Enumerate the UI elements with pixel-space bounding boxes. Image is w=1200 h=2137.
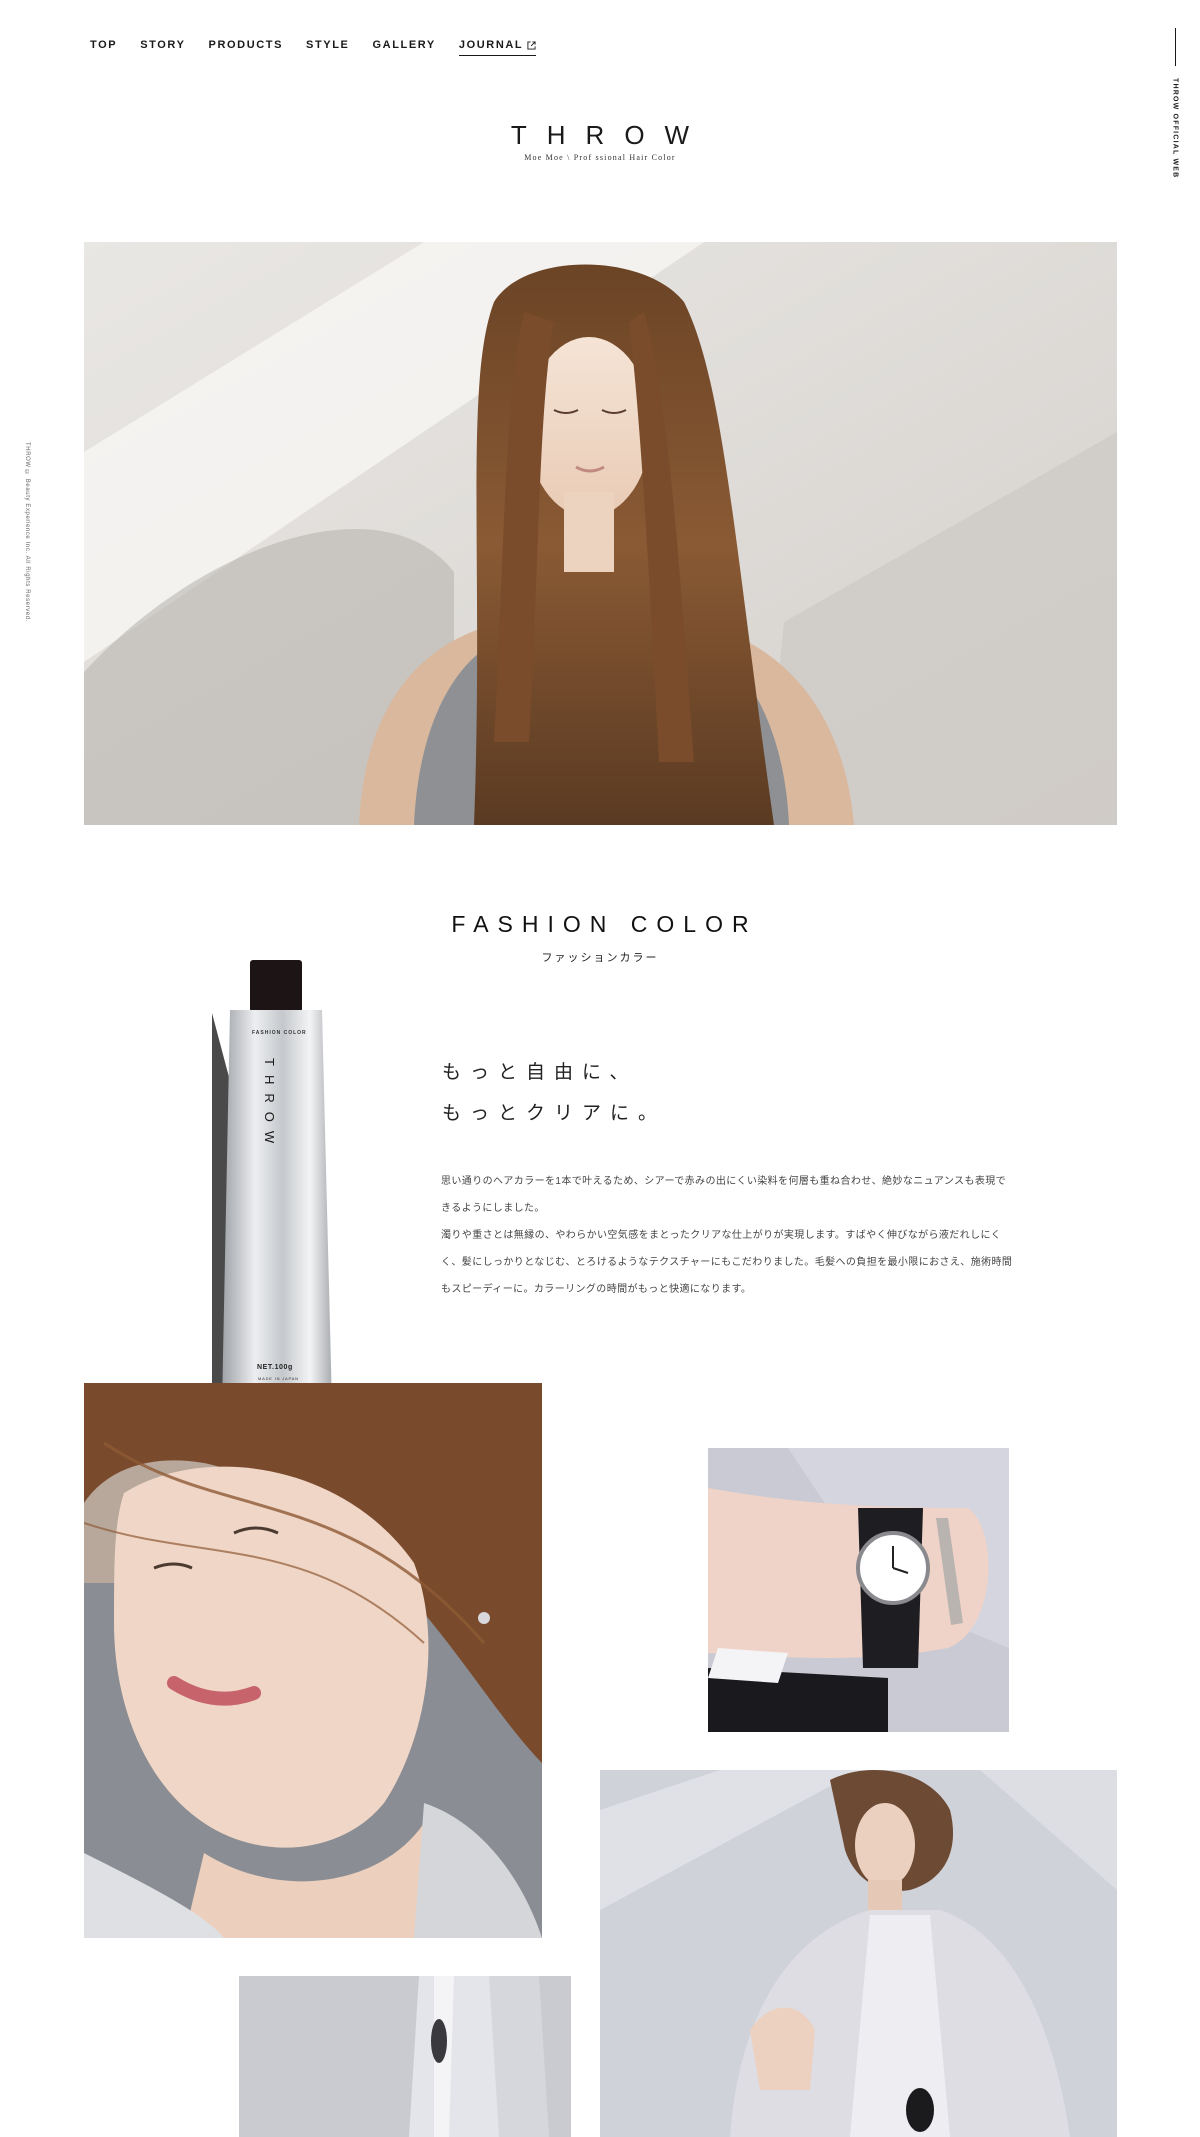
fashion-headline: もっと自由に、 もっとクリアに。 [442, 1052, 666, 1134]
section-title-en: FASHION COLOR [451, 911, 758, 937]
description-paragraph-1: 思い通りのヘアカラーを1本で叶えるため、シアーで赤みの出にくい染料を何層も重ね合… [441, 1176, 1007, 1214]
hero-photo-illustration [84, 242, 1117, 825]
outfit-illustration [239, 1976, 571, 2137]
nav-products[interactable]: PRODUCTS [209, 38, 284, 56]
logo-tagline: Moe Moe \ Prof ssional Hair Color [524, 153, 676, 162]
nav-gallery[interactable]: GALLERY [373, 38, 436, 56]
portrait-illustration [84, 1383, 542, 1938]
fashion-color-title: FASHION COLOR ファッションカラー [0, 910, 1200, 965]
gallery-photo-watch [708, 1448, 1009, 1732]
hero-image [84, 242, 1117, 825]
logo-mark: THROW [510, 120, 710, 150]
site-logo[interactable]: THROW Moe Moe \ Prof ssional Hair Color [0, 120, 1200, 162]
nav-journal-label: JOURNAL [458, 39, 524, 51]
description-paragraph-2: 濁りや重さとは無縁の、やわらかい空気感をまとったクリアな仕上がりが実現します。す… [441, 1230, 1013, 1295]
gallery-photo-outfit [239, 1976, 571, 2137]
external-link-icon [527, 40, 536, 50]
headline-line-2: もっとクリアに。 [442, 1102, 667, 1124]
tube-illustration [212, 960, 332, 1428]
nav-top[interactable]: TOP [90, 38, 117, 56]
nav-journal[interactable]: JOURNAL [458, 38, 537, 56]
section-title-jp: ファッションカラー [541, 952, 659, 964]
vertical-divider [1174, 28, 1176, 66]
gallery-photo-portrait [84, 1383, 542, 1938]
product-tube [200, 958, 340, 1428]
copyright: THROW © Beauty Experience Inc. All Right… [24, 442, 30, 622]
cardigan-illustration [600, 1770, 1117, 2137]
headline-line-1: もっと自由に、 [442, 1061, 638, 1083]
tube-top-label: FASHION COLOR [252, 1030, 307, 1036]
tube-made: MADE IN JAPAN [258, 1376, 299, 1381]
nav-style[interactable]: STYLE [306, 38, 349, 56]
main-nav: TOP STORY PRODUCTS STYLE GALLERY JOURNAL [90, 38, 559, 56]
watch-illustration [708, 1448, 1009, 1732]
gallery-photo-cardigan [600, 1770, 1117, 2137]
tube-net: NET.100g [257, 1364, 293, 1371]
nav-story[interactable]: STORY [140, 38, 185, 56]
fashion-description: 思い通りのヘアカラーを1本で叶えるため、シアーで赤みの出にくい染料を何層も重ね合… [441, 1168, 1015, 1303]
tube-brand: THROW [262, 1058, 277, 1153]
